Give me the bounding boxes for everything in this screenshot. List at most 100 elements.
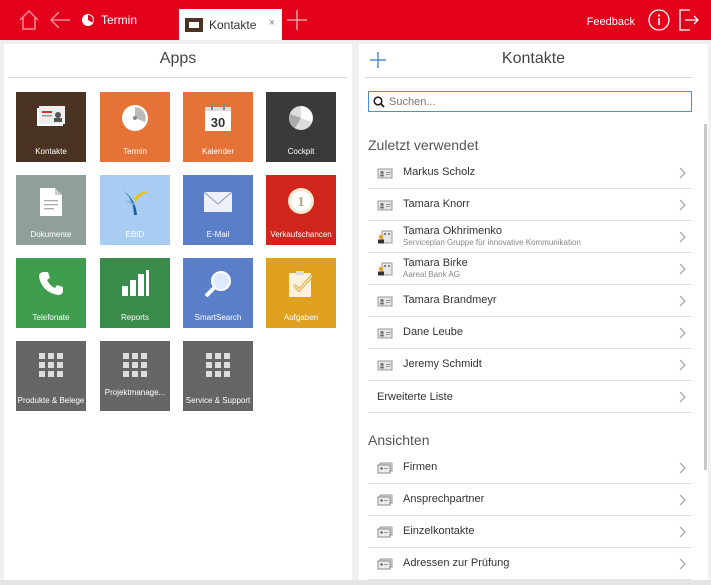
info-icon[interactable] bbox=[647, 0, 671, 40]
bottom-strip bbox=[0, 580, 711, 585]
card-stack-icon bbox=[377, 558, 393, 569]
tab-kontakte-label: Kontakte bbox=[209, 17, 257, 32]
app-tile-projektmanagement[interactable]: Projektmanage... bbox=[100, 341, 170, 411]
pie-clock-icon bbox=[122, 105, 148, 131]
app-tile-label: Kontakte bbox=[35, 147, 67, 156]
person-card-icon bbox=[377, 168, 393, 178]
app-tile-kalender[interactable]: 30 Kalender bbox=[183, 92, 253, 162]
view-row-einzelkontakte[interactable]: Einzelkontakte bbox=[368, 516, 691, 548]
chevron-right-icon bbox=[679, 558, 686, 569]
phone-icon bbox=[39, 272, 63, 295]
search-input[interactable] bbox=[389, 95, 679, 108]
kontakte-panel: Kontakte Zuletzt verwendet Markus Scholz… bbox=[359, 44, 708, 585]
search-box[interactable] bbox=[368, 91, 692, 112]
app-tile-reports[interactable]: Reports bbox=[100, 258, 170, 328]
app-tile-cockpit[interactable]: Cockpit bbox=[266, 92, 336, 162]
home-icon[interactable] bbox=[14, 0, 44, 40]
app-tile-label: EBID bbox=[125, 230, 145, 239]
add-tab-icon[interactable] bbox=[284, 0, 310, 40]
apps-panel: Apps Kontakte Termin 30 Kalender Cockpit… bbox=[4, 44, 352, 585]
chevron-right-icon bbox=[679, 199, 686, 210]
checklist-icon bbox=[289, 271, 314, 297]
app-tile-label: SmartSearch bbox=[194, 313, 242, 322]
app-tile-label: Termin bbox=[122, 147, 147, 156]
view-row-firmen[interactable]: Firmen bbox=[368, 452, 691, 484]
contact-name: Tamara Knorr bbox=[403, 198, 470, 210]
card-stack-icon bbox=[377, 526, 393, 537]
app-tile-verkaufschancen[interactable]: 1 Verkaufschancen bbox=[266, 175, 336, 245]
app-tile-ebid[interactable]: EBID bbox=[100, 175, 170, 245]
app-tile-termin[interactable]: Termin bbox=[100, 92, 170, 162]
back-arrow-icon[interactable] bbox=[48, 0, 72, 40]
grid-icon bbox=[39, 353, 63, 377]
app-tile-aufgaben[interactable]: Aufgaben bbox=[266, 258, 336, 328]
app-tile-label: Cockpit bbox=[287, 147, 315, 156]
bar-chart-icon bbox=[122, 270, 149, 296]
recent-contact-row[interactable]: Tamara Okhrimenko Serviceplan Gruppe für… bbox=[368, 221, 691, 253]
recent-section-title: Zuletzt verwendet bbox=[368, 137, 479, 153]
contacts-thumbnail-icon bbox=[185, 17, 203, 32]
chevron-right-icon bbox=[679, 327, 686, 338]
app-tile-label: Telefonate bbox=[32, 313, 70, 322]
app-tile-dokumente[interactable]: Dokumente bbox=[16, 175, 86, 245]
contact-name: Tamara Birke bbox=[403, 257, 468, 269]
app-tile-label: Aufgaben bbox=[283, 313, 319, 322]
views-section-title: Ansichten bbox=[368, 432, 430, 448]
app-tile-produkte-belege[interactable]: Produkte & Belege bbox=[16, 341, 86, 411]
app-tile-telefonate[interactable]: Telefonate bbox=[16, 258, 86, 328]
app-tile-label: Produkte & Belege bbox=[17, 396, 85, 405]
pie-clock-icon bbox=[82, 14, 94, 26]
view-row-ansprechpartner[interactable]: Ansprechpartner bbox=[368, 484, 691, 516]
tab-kontakte[interactable]: Kontakte × bbox=[179, 9, 282, 40]
chevron-right-icon bbox=[679, 526, 686, 537]
feedback-link[interactable]: Feedback bbox=[587, 0, 635, 40]
app-tile-service-support[interactable]: Service & Support bbox=[183, 341, 253, 411]
recent-contact-row[interactable]: Jeremy Schmidt bbox=[368, 349, 691, 381]
envelope-icon bbox=[203, 191, 233, 212]
badge-number-text: 1 bbox=[298, 195, 305, 210]
kontakte-divider bbox=[365, 77, 692, 78]
contact-company: Aareal Bank AG bbox=[403, 270, 460, 279]
calendar-icon: 30 bbox=[205, 104, 231, 131]
document-icon bbox=[40, 188, 62, 216]
app-tile-label: Service & Support bbox=[185, 396, 251, 405]
recent-contact-row[interactable]: Tamara Brandmeyr bbox=[368, 285, 691, 317]
app-tile-label: Kalender bbox=[201, 147, 235, 156]
chevron-right-icon bbox=[679, 462, 686, 473]
logout-icon[interactable] bbox=[677, 0, 701, 40]
app-tile-label: Verkaufschancen bbox=[270, 230, 332, 239]
chevron-right-icon bbox=[679, 295, 686, 306]
person-company-icon bbox=[378, 262, 393, 275]
magnifier-icon bbox=[204, 271, 231, 298]
recent-contact-row[interactable]: Dane Leube bbox=[368, 317, 691, 349]
contact-company: Serviceplan Gruppe für innovative Kommun… bbox=[403, 238, 581, 247]
view-label: Ansprechpartner bbox=[403, 493, 485, 505]
close-tab-icon[interactable]: × bbox=[269, 17, 275, 29]
tab-termin[interactable]: Termin bbox=[82, 0, 137, 40]
kontakte-scrollbar[interactable] bbox=[704, 124, 707, 470]
kontakte-title: Kontakte bbox=[501, 50, 566, 67]
extended-list-label: Erweiterte Liste bbox=[377, 390, 453, 403]
recent-contact-row[interactable]: Tamara Birke Aareal Bank AG bbox=[368, 253, 691, 285]
view-row-adressen-pruefung[interactable]: Adressen zur Prüfung bbox=[368, 548, 691, 580]
top-bar: Termin Kontakte × Feedback bbox=[0, 0, 711, 40]
grid-icon bbox=[123, 353, 147, 377]
recent-contact-row[interactable]: Tamara Knorr bbox=[368, 189, 691, 221]
chevron-right-icon bbox=[679, 263, 686, 274]
person-card-icon bbox=[377, 328, 393, 338]
app-tile-label: Dokumente bbox=[30, 230, 72, 239]
recent-contact-row[interactable]: Markus Scholz bbox=[368, 157, 691, 189]
app-tile-kontakte[interactable]: Kontakte bbox=[16, 92, 86, 162]
chevron-right-icon bbox=[679, 167, 686, 178]
person-card-icon bbox=[377, 296, 393, 306]
app-tile-label: Projektmanage... bbox=[104, 388, 166, 397]
apps-title: Apps bbox=[159, 50, 197, 67]
pie-chart-icon bbox=[289, 106, 313, 130]
app-tile-email[interactable]: E-Mail bbox=[183, 175, 253, 245]
chevron-right-icon bbox=[679, 359, 686, 370]
app-tile-smartsearch[interactable]: SmartSearch bbox=[183, 258, 253, 328]
app-tile-label: E-Mail bbox=[206, 230, 230, 239]
grid-icon bbox=[206, 353, 230, 377]
extended-list-row[interactable]: Erweiterte Liste bbox=[368, 381, 691, 413]
chevron-right-icon bbox=[679, 391, 686, 402]
